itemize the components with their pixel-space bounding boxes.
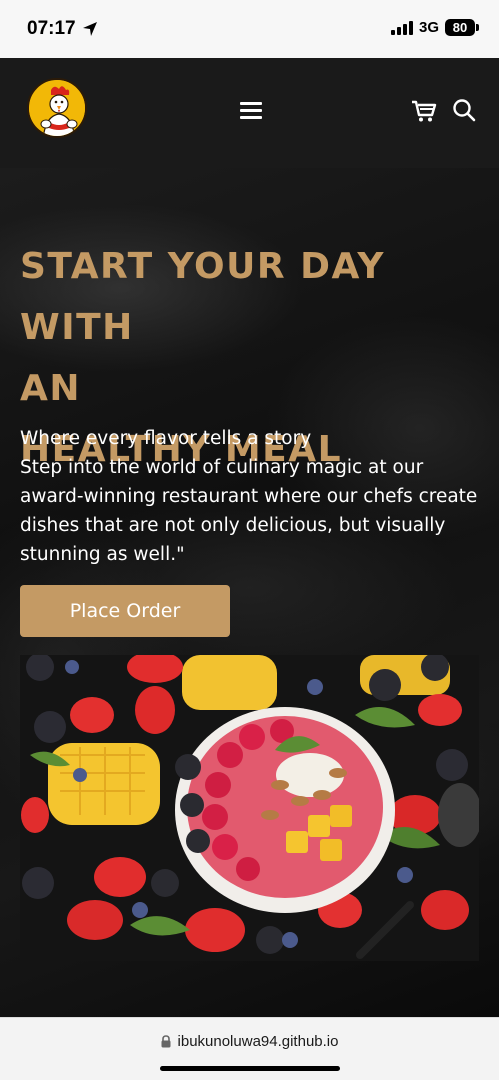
site-header — [0, 58, 499, 168]
url-display[interactable]: ibukunoluwa94.github.io — [0, 1033, 499, 1050]
cart-icon[interactable] — [411, 99, 437, 123]
network-type: 3G — [418, 19, 439, 36]
location-arrow-icon — [82, 22, 97, 36]
hero-title-line: AN — [20, 368, 81, 409]
search-icon[interactable] — [452, 98, 476, 122]
hero-title-line: START YOUR DAY WITH — [20, 246, 385, 348]
hero-text-line: Step into the world of culinary magic at… — [20, 457, 424, 478]
hero-section: START YOUR DAY WITH AN HEALTHY MEAL Wher… — [0, 168, 499, 1017]
chicken-chef-logo-icon — [29, 80, 85, 136]
status-time-text: 07:17 — [27, 18, 76, 39]
status-bar: 07:17 3G 80 — [0, 0, 499, 58]
place-order-button[interactable]: Place Order — [20, 585, 230, 637]
hero-description: Where every flavor tells a story Step in… — [20, 424, 485, 569]
hero-text-line: stunning as well." — [20, 544, 185, 565]
home-indicator[interactable] — [160, 1066, 340, 1071]
smoothie-bowl-image — [20, 655, 479, 961]
lock-icon — [161, 1035, 171, 1048]
menu-line — [240, 102, 262, 105]
status-indicators: 3G 80 — [390, 19, 479, 36]
hamburger-menu-icon[interactable] — [240, 102, 262, 120]
battery-level: 80 — [445, 19, 475, 36]
menu-line — [240, 116, 262, 119]
battery-icon: 80 — [445, 19, 479, 36]
status-time: 07:17 — [27, 18, 98, 40]
hero-text-line: Where every flavor tells a story — [20, 428, 312, 449]
chicken-chef-logo[interactable] — [27, 78, 87, 138]
battery-tip — [476, 24, 479, 31]
menu-line — [240, 109, 262, 112]
browser-url-bar: ibukunoluwa94.github.io — [0, 1017, 499, 1080]
signal-icon — [390, 20, 413, 35]
smoothie-bowl-illustration — [20, 655, 479, 961]
hero-text-line: dishes that are not only delicious, but … — [20, 515, 446, 536]
url-text: ibukunoluwa94.github.io — [177, 1033, 339, 1050]
hero-text-line: award-winning restaurant where our chefs… — [20, 486, 478, 507]
